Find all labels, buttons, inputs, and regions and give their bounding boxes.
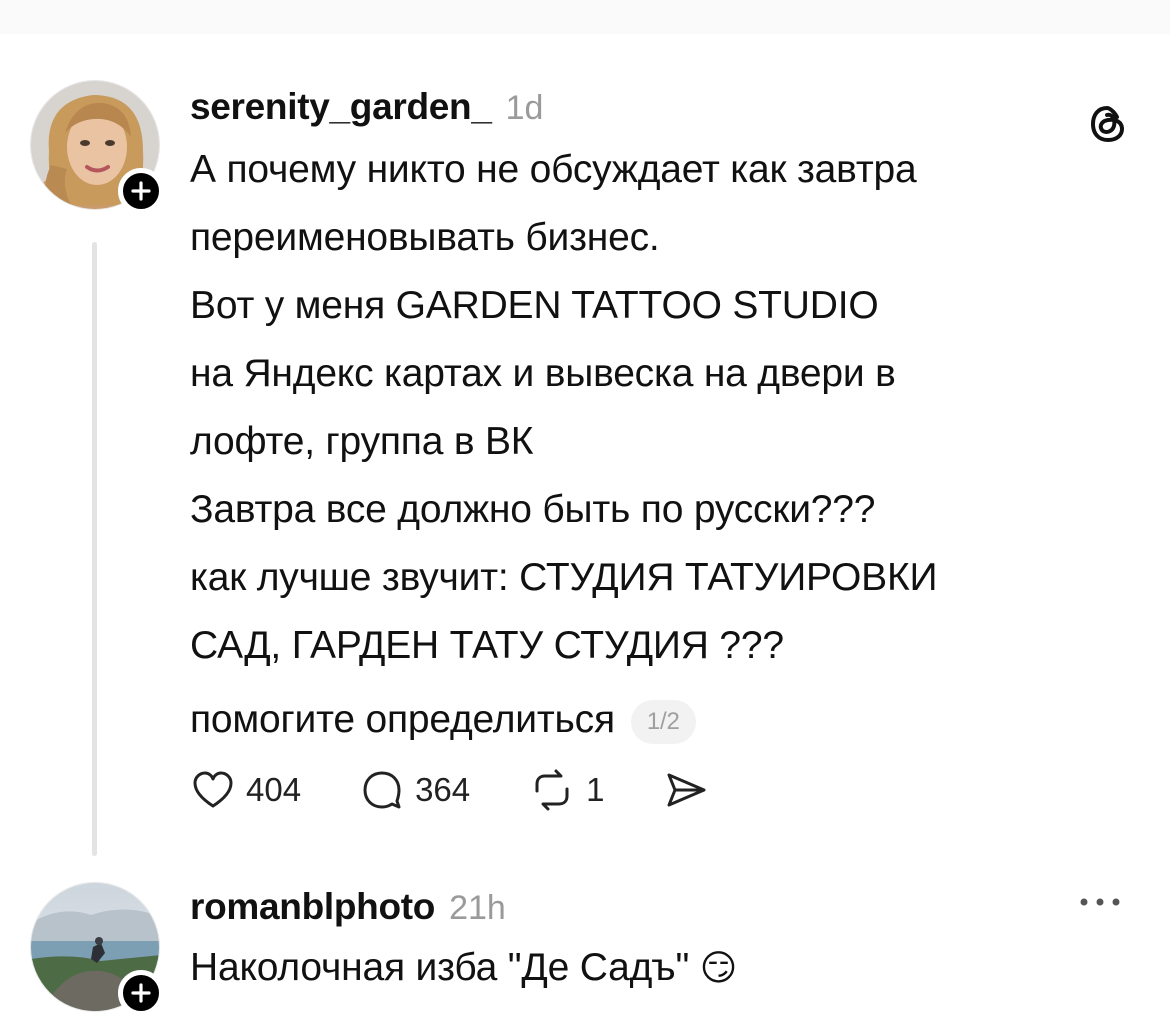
post-line: Завтра все должно быть по русски??? [190, 488, 876, 531]
thread-connector-line [92, 242, 97, 856]
heart-icon [193, 771, 233, 808]
repost-button[interactable]: 1 [528, 767, 604, 813]
reply-line: Наколочная изба "Де Садъ" 😏 [190, 944, 1110, 1012]
plus-icon [131, 181, 151, 201]
follow-button[interactable] [118, 168, 164, 214]
reply-timestamp: 21h [449, 889, 506, 927]
reply-username[interactable]: romanblphoto [190, 886, 435, 928]
post-line: лофте, группа в ВК [190, 420, 534, 463]
post-line: Вот у меня GARDEN TATTOO STUDIO [190, 284, 879, 327]
smirk-emoji: 😏 [699, 947, 738, 988]
reply-author-avatar[interactable] [30, 882, 164, 1016]
comment-button[interactable]: 364 [359, 767, 470, 813]
comment-icon [363, 771, 401, 809]
post-header: serenity_garden_ 1d [190, 86, 543, 128]
reply-post: romanblphoto 21h Наколочная изба "Де Сад… [0, 864, 1170, 1027]
post-line: переименовывать бизнес. [190, 216, 660, 259]
post-line: помогите определиться [190, 698, 615, 741]
post-actions: 404 364 1 [190, 760, 768, 820]
reply-text: Наколочная изба "Де Садъ" [190, 946, 690, 989]
thread-post: serenity_garden_ 1d А почему никто не об… [0, 34, 1170, 864]
post-author-avatar[interactable] [30, 80, 164, 214]
post-line: САД, ГАРДЕН ТАТУ СТУДИЯ ??? [190, 624, 784, 667]
post-line: А почему никто не обсуждает как завтра [190, 148, 917, 191]
post-line: как лучше звучит: СТУДИЯ ТАТУИРОВКИ [190, 556, 938, 599]
follow-button[interactable] [118, 970, 164, 1016]
like-count: 404 [246, 771, 302, 808]
top-status-band [0, 0, 1170, 34]
share-button[interactable] [662, 767, 710, 813]
post-line-last: помогите определиться 1/2 [190, 696, 1110, 764]
repost-icon [535, 769, 569, 811]
post-line: на Яндекс картах и вывеска на двери в [190, 352, 896, 395]
plus-icon [131, 983, 151, 1003]
share-icon [667, 773, 706, 807]
more-icon[interactable] [1078, 896, 1122, 908]
page-indicator-badge: 1/2 [630, 699, 696, 744]
repost-count: 1 [586, 771, 605, 808]
comment-count: 364 [415, 771, 471, 808]
reply-header: romanblphoto 21h [190, 886, 506, 928]
reply-body: Наколочная изба "Де Садъ" 😏 [190, 944, 1110, 1012]
threads-logo-icon[interactable] [1086, 102, 1130, 146]
post-timestamp: 1d [505, 89, 544, 127]
post-username[interactable]: serenity_garden_ [190, 86, 492, 128]
like-button[interactable]: 404 [190, 767, 301, 813]
post-body: А почему никто не обсуждает как завтра п… [190, 146, 1110, 764]
